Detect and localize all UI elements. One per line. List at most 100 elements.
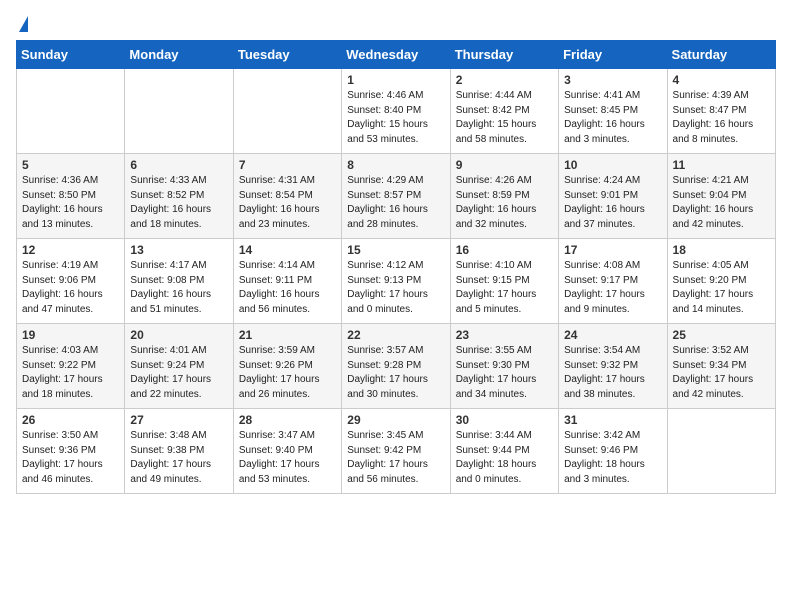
day-info: Sunrise: 3:44 AM Sunset: 9:44 PM Dayligh… [456,429,553,487]
day-number: 4 [673,73,770,87]
day-info: Sunrise: 4:33 AM Sunset: 8:52 PM Dayligh… [130,174,227,232]
day-number: 9 [456,158,553,172]
day-info: Sunrise: 4:44 AM Sunset: 8:42 PM Dayligh… [456,89,553,147]
calendar-cell: 11 Sunrise: 4:21 AM Sunset: 9:04 PM Dayli… [667,154,775,239]
calendar-week-row: 5 Sunrise: 4:36 AM Sunset: 8:50 PM Daylig… [17,154,776,239]
day-number: 8 [347,158,444,172]
weekday-header-monday: Monday [125,41,233,69]
day-number: 6 [130,158,227,172]
calendar-cell: 22 Sunrise: 3:57 AM Sunset: 9:28 PM Dayli… [342,324,450,409]
day-info: Sunrise: 4:10 AM Sunset: 9:15 PM Dayligh… [456,259,553,317]
calendar-cell: 17 Sunrise: 4:08 AM Sunset: 9:17 PM Dayli… [559,239,667,324]
calendar-cell: 4 Sunrise: 4:39 AM Sunset: 8:47 PM Daylig… [667,69,775,154]
calendar-cell: 8 Sunrise: 4:29 AM Sunset: 8:57 PM Daylig… [342,154,450,239]
calendar-cell: 6 Sunrise: 4:33 AM Sunset: 8:52 PM Daylig… [125,154,233,239]
day-info: Sunrise: 3:54 AM Sunset: 9:32 PM Dayligh… [564,344,661,402]
day-info: Sunrise: 4:24 AM Sunset: 9:01 PM Dayligh… [564,174,661,232]
calendar-week-row: 1 Sunrise: 4:46 AM Sunset: 8:40 PM Daylig… [17,69,776,154]
calendar-cell: 19Sunrise: 4:03 AM Sunset: 9:22 PM Dayli… [17,324,125,409]
day-info: Sunrise: 4:08 AM Sunset: 9:17 PM Dayligh… [564,259,661,317]
calendar-cell [233,69,341,154]
calendar-cell: 25 Sunrise: 3:52 AM Sunset: 9:34 PM Dayli… [667,324,775,409]
day-number: 25 [673,328,770,342]
weekday-header-friday: Friday [559,41,667,69]
day-info: Sunrise: 4:26 AM Sunset: 8:59 PM Dayligh… [456,174,553,232]
day-info: Sunrise: 3:47 AM Sunset: 9:40 PM Dayligh… [239,429,336,487]
day-number: 18 [673,243,770,257]
day-info: Sunrise: 4:29 AM Sunset: 8:57 PM Dayligh… [347,174,444,232]
calendar-cell: 31Sunrise: 3:42 AM Sunset: 9:46 PM Dayli… [559,409,667,494]
calendar-table: SundayMondayTuesdayWednesdayThursdayFrid… [16,40,776,494]
day-number: 24 [564,328,661,342]
calendar-cell: 18 Sunrise: 4:05 AM Sunset: 9:20 PM Dayli… [667,239,775,324]
calendar-cell: 28 Sunrise: 3:47 AM Sunset: 9:40 PM Dayli… [233,409,341,494]
day-info: Sunrise: 3:48 AM Sunset: 9:38 PM Dayligh… [130,429,227,487]
day-number: 5 [22,158,119,172]
day-number: 7 [239,158,336,172]
weekday-header-wednesday: Wednesday [342,41,450,69]
calendar-cell: 2 Sunrise: 4:44 AM Sunset: 8:42 PM Daylig… [450,69,558,154]
logo-triangle-icon [19,16,28,32]
day-number: 3 [564,73,661,87]
day-info: Sunrise: 4:46 AM Sunset: 8:40 PM Dayligh… [347,89,444,147]
day-info: Sunrise: 3:57 AM Sunset: 9:28 PM Dayligh… [347,344,444,402]
day-number: 11 [673,158,770,172]
day-info: Sunrise: 4:14 AM Sunset: 9:11 PM Dayligh… [239,259,336,317]
logo [16,16,28,32]
day-number: 19 [22,328,119,342]
calendar-cell: 10 Sunrise: 4:24 AM Sunset: 9:01 PM Dayli… [559,154,667,239]
weekday-header-saturday: Saturday [667,41,775,69]
calendar-cell: 1 Sunrise: 4:46 AM Sunset: 8:40 PM Daylig… [342,69,450,154]
weekday-header-row: SundayMondayTuesdayWednesdayThursdayFrid… [17,41,776,69]
calendar-cell: 27 Sunrise: 3:48 AM Sunset: 9:38 PM Dayli… [125,409,233,494]
calendar-cell: 16Sunrise: 4:10 AM Sunset: 9:15 PM Dayli… [450,239,558,324]
day-number: 13 [130,243,227,257]
day-number: 17 [564,243,661,257]
calendar-cell: 3 Sunrise: 4:41 AM Sunset: 8:45 PM Daylig… [559,69,667,154]
day-info: Sunrise: 4:36 AM Sunset: 8:50 PM Dayligh… [22,174,119,232]
weekday-header-thursday: Thursday [450,41,558,69]
calendar-cell: 30 Sunrise: 3:44 AM Sunset: 9:44 PM Dayli… [450,409,558,494]
day-info: Sunrise: 3:45 AM Sunset: 9:42 PM Dayligh… [347,429,444,487]
day-number: 20 [130,328,227,342]
calendar-cell: 12Sunrise: 4:19 AM Sunset: 9:06 PM Dayli… [17,239,125,324]
calendar-cell: 23Sunrise: 3:55 AM Sunset: 9:30 PM Dayli… [450,324,558,409]
day-info: Sunrise: 3:50 AM Sunset: 9:36 PM Dayligh… [22,429,119,487]
day-number: 15 [347,243,444,257]
day-number: 12 [22,243,119,257]
calendar-cell: 7Sunrise: 4:31 AM Sunset: 8:54 PM Daylig… [233,154,341,239]
calendar-cell: 5 Sunrise: 4:36 AM Sunset: 8:50 PM Daylig… [17,154,125,239]
weekday-header-sunday: Sunday [17,41,125,69]
day-info: Sunrise: 3:59 AM Sunset: 9:26 PM Dayligh… [239,344,336,402]
day-number: 2 [456,73,553,87]
calendar-cell: 26 Sunrise: 3:50 AM Sunset: 9:36 PM Dayli… [17,409,125,494]
calendar-week-row: 12Sunrise: 4:19 AM Sunset: 9:06 PM Dayli… [17,239,776,324]
calendar-cell: 20 Sunrise: 4:01 AM Sunset: 9:24 PM Dayli… [125,324,233,409]
calendar-cell: 15Sunrise: 4:12 AM Sunset: 9:13 PM Dayli… [342,239,450,324]
day-number: 21 [239,328,336,342]
calendar-week-row: 26 Sunrise: 3:50 AM Sunset: 9:36 PM Dayli… [17,409,776,494]
day-info: Sunrise: 4:21 AM Sunset: 9:04 PM Dayligh… [673,174,770,232]
calendar-cell: 29Sunrise: 3:45 AM Sunset: 9:42 PM Dayli… [342,409,450,494]
day-number: 1 [347,73,444,87]
day-number: 26 [22,413,119,427]
calendar-cell: 24 Sunrise: 3:54 AM Sunset: 9:32 PM Dayli… [559,324,667,409]
day-info: Sunrise: 3:52 AM Sunset: 9:34 PM Dayligh… [673,344,770,402]
weekday-header-tuesday: Tuesday [233,41,341,69]
day-info: Sunrise: 4:05 AM Sunset: 9:20 PM Dayligh… [673,259,770,317]
day-info: Sunrise: 4:39 AM Sunset: 8:47 PM Dayligh… [673,89,770,147]
day-info: Sunrise: 4:01 AM Sunset: 9:24 PM Dayligh… [130,344,227,402]
day-number: 27 [130,413,227,427]
calendar-cell: 14Sunrise: 4:14 AM Sunset: 9:11 PM Dayli… [233,239,341,324]
day-info: Sunrise: 4:17 AM Sunset: 9:08 PM Dayligh… [130,259,227,317]
day-info: Sunrise: 4:41 AM Sunset: 8:45 PM Dayligh… [564,89,661,147]
day-number: 30 [456,413,553,427]
day-number: 28 [239,413,336,427]
calendar-cell [17,69,125,154]
calendar-cell: 13 Sunrise: 4:17 AM Sunset: 9:08 PM Dayli… [125,239,233,324]
calendar-cell: 9 Sunrise: 4:26 AM Sunset: 8:59 PM Daylig… [450,154,558,239]
day-number: 22 [347,328,444,342]
page-header [16,16,776,32]
calendar-week-row: 19Sunrise: 4:03 AM Sunset: 9:22 PM Dayli… [17,324,776,409]
day-number: 10 [564,158,661,172]
